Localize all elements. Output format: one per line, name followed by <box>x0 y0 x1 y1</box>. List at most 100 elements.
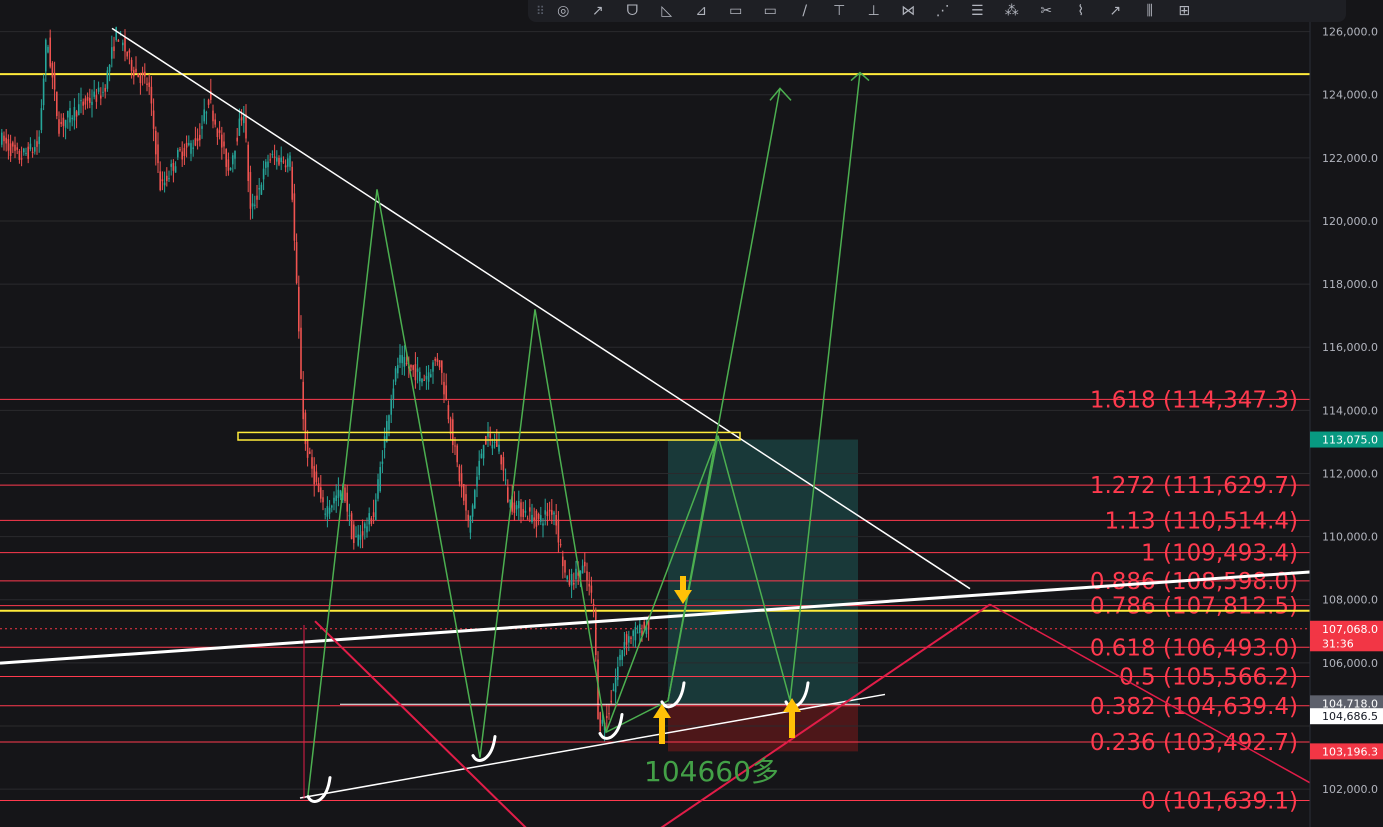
candle-body <box>260 184 263 195</box>
candle-body <box>146 83 148 86</box>
candle-body <box>570 573 573 586</box>
candle-body <box>20 158 23 160</box>
candle-body <box>104 87 106 92</box>
drawing-tool-icon[interactable]: ⊤ <box>822 0 857 22</box>
candle-body <box>67 110 69 118</box>
candle-body <box>36 141 38 147</box>
drawing-tool-icon[interactable]: ⊥ <box>857 0 892 22</box>
candle-body <box>361 531 364 536</box>
drawing-tool-icon[interactable]: ⊿ <box>684 0 719 22</box>
drawing-tool-icon[interactable]: ⫼ <box>1133 0 1168 22</box>
candle-body <box>537 514 540 519</box>
candle-body <box>185 142 188 148</box>
candle-body <box>293 193 296 241</box>
drawing-tool-icon[interactable]: ◎ <box>546 0 581 22</box>
candle-body <box>108 64 111 72</box>
drawing-tool-icon[interactable]: ↗ <box>581 0 616 22</box>
candle-body <box>625 634 628 645</box>
candle-body <box>302 381 304 420</box>
drawing-tool-icon[interactable]: ↗ <box>1098 0 1133 22</box>
candle-body <box>64 119 67 128</box>
candle-body <box>216 128 219 137</box>
drawing-tool-icon[interactable]: / <box>788 0 823 22</box>
candle-body <box>194 138 197 146</box>
candle-body <box>383 436 386 448</box>
candle-body <box>9 143 12 157</box>
candle-body <box>471 505 474 517</box>
candle-body <box>75 111 78 117</box>
grip-icon[interactable]: ⠿ <box>536 4 546 18</box>
candle-body <box>161 179 164 182</box>
candle-body <box>157 144 159 164</box>
candle-body <box>465 494 467 511</box>
drawing-tool-icon[interactable]: ⋈ <box>891 0 926 22</box>
candle-body <box>40 108 43 130</box>
candle-body <box>291 166 293 200</box>
candle-body <box>236 137 238 142</box>
candle-body <box>115 27 117 41</box>
candle-body <box>595 611 597 656</box>
candle-body <box>148 82 150 87</box>
candle-body <box>258 188 260 190</box>
candle-body <box>610 700 612 703</box>
drawing-toolbar: ⠿ ◎ ↗ ᗜ ◺ ⊿ ▭ ▭ / ⊤ ⊥ ⋈ ⋰ ☰ ⁂ ✂ ⌇ ↗ ⫼ ⊞ <box>528 0 1346 22</box>
candle-body <box>300 327 302 379</box>
candle-body <box>163 182 166 186</box>
axis-tick-label: 122,000.0 <box>1322 152 1378 165</box>
drawing-tool-icon[interactable]: ⊞ <box>1167 0 1202 22</box>
candle-body <box>419 371 421 382</box>
candle-body <box>122 42 124 46</box>
axis-tick-label: 126,000.0 <box>1322 26 1378 39</box>
candle-body <box>636 632 639 634</box>
candle-body <box>245 114 247 139</box>
candle-body <box>491 444 494 449</box>
candle-body <box>135 68 137 73</box>
price-chart[interactable]: 1.618 (114,347.3) 1.272 (111,629.7) 1.13 (… <box>0 0 1383 827</box>
candle-body <box>126 51 128 57</box>
drawing-tool-icon[interactable]: ✂ <box>1029 0 1064 22</box>
candle-body <box>155 130 157 155</box>
candle-body <box>317 482 320 493</box>
candle-body <box>500 455 502 465</box>
candle-body <box>309 451 311 454</box>
fib-label: 0 (101,639.1) <box>1141 789 1298 815</box>
drawing-tool-icon[interactable]: ▭ <box>753 0 788 22</box>
candle-body <box>381 461 384 464</box>
candle-body <box>548 509 551 512</box>
fib-label: 1.13 (110,514.4) <box>1104 508 1298 534</box>
candle-body <box>348 515 351 517</box>
candle-body <box>394 368 397 382</box>
candle-body <box>328 507 331 514</box>
candle-body <box>628 636 630 643</box>
drawing-tool-icon[interactable]: ᗜ <box>615 0 650 22</box>
candle-body <box>80 100 82 102</box>
candle-body <box>454 445 456 447</box>
drawing-tool-icon[interactable]: ⌇ <box>1064 0 1099 22</box>
candle-body <box>584 561 586 567</box>
candle-body <box>566 576 568 580</box>
candle-body <box>397 365 399 374</box>
drawing-tool-icon[interactable]: ⋰ <box>926 0 961 22</box>
candle-body <box>144 71 146 77</box>
candle-body <box>100 95 102 99</box>
candle-body <box>280 157 282 162</box>
target-zone <box>668 439 858 704</box>
drawing-tool-icon[interactable]: ▭ <box>719 0 754 22</box>
candle-body <box>181 151 183 160</box>
candle-body <box>357 534 359 546</box>
candle-body <box>212 110 214 122</box>
candle-body <box>421 378 423 383</box>
drawing-tool-icon[interactable]: ◺ <box>650 0 685 22</box>
candle-body <box>441 360 443 373</box>
candle-body <box>436 358 439 362</box>
candle-body <box>298 286 300 332</box>
candle-body <box>150 86 153 104</box>
axis-tick-label: 116,000.0 <box>1322 341 1378 354</box>
drawing-tool-icon[interactable]: ☰ <box>960 0 995 22</box>
candle-body <box>229 168 232 170</box>
candle-body <box>355 536 357 538</box>
drawing-tool-icon[interactable]: ⁂ <box>995 0 1030 22</box>
candle-body <box>113 46 115 52</box>
candle-body <box>416 368 419 372</box>
fib-label: 0.886 (108,598.0) <box>1090 569 1298 595</box>
